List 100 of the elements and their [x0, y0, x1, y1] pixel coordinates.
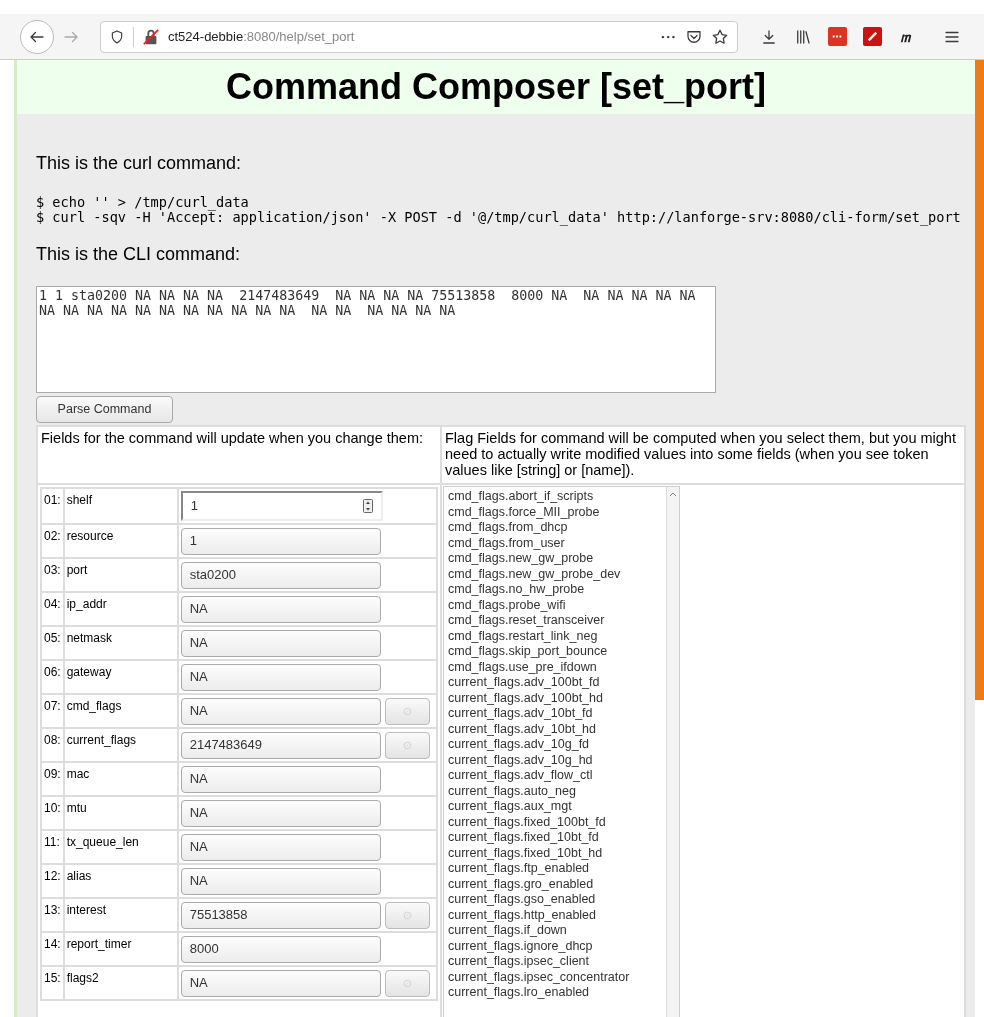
flag-option[interactable]: cmd_flags.from_user — [448, 535, 662, 551]
flag-option[interactable]: current_flags.adv_flow_ctl — [448, 768, 662, 784]
flag-option[interactable]: current_flags.ftp_enabled — [448, 861, 662, 877]
shield-icon[interactable] — [109, 28, 125, 45]
flag-option[interactable]: current_flags.gso_enabled — [448, 892, 662, 908]
field-number: 10: — [41, 796, 64, 830]
flag-option[interactable]: current_flags.if_down — [448, 923, 662, 939]
flag-option[interactable]: current_flags.adv_10bt_hd — [448, 721, 662, 737]
section-heading: This is the curl command: — [36, 152, 243, 175]
flag-option[interactable]: cmd_flags.reset_transceiver — [448, 613, 662, 629]
field-name: gateway — [63, 660, 178, 694]
spinner-icon[interactable] — [362, 499, 373, 513]
flag-option[interactable]: cmd_flags.restart_link_neg — [448, 628, 662, 644]
field-name: alias — [63, 864, 178, 898]
text-input[interactable]: 8000 — [180, 935, 381, 963]
insecure-lock-icon — [142, 27, 160, 46]
field-name: flags2 — [63, 966, 178, 1000]
flag-option[interactable]: current_flags.ignore_dhcp — [448, 938, 662, 954]
flag-option[interactable]: cmd_flags.skip_port_bounce — [448, 644, 662, 660]
text-input[interactable]: NA — [180, 969, 381, 997]
star-icon[interactable] — [711, 27, 729, 46]
field-name: mac — [63, 762, 178, 796]
field-name: port — [63, 558, 178, 592]
field-name: report_timer — [63, 932, 178, 966]
text-input[interactable]: NA — [180, 833, 381, 861]
field-number: 08: — [41, 728, 64, 762]
flag-listbox[interactable] — [443, 486, 680, 1017]
gear-icon — [402, 978, 412, 988]
field-number: 06: — [41, 660, 64, 694]
field-name: netmask — [63, 626, 178, 660]
field-name: resource — [63, 524, 178, 558]
flag-option[interactable]: current_flags.adv_10bt_fd — [448, 706, 662, 722]
flag-option[interactable]: current_flags.aux_mgt — [448, 799, 662, 815]
flag-option[interactable]: cmd_flags.force_MII_probe — [448, 504, 662, 520]
url-text: ct524-debbie:8080/help/set_port — [168, 27, 356, 46]
back-button[interactable] — [20, 19, 54, 54]
text-input[interactable]: NA — [180, 663, 381, 691]
flag-option[interactable]: current_flags.ipsec_concentrator — [448, 969, 662, 985]
field-number: 04: — [41, 592, 64, 626]
address-bar[interactable]: ct524-debbie:8080/help/set_port — [100, 20, 738, 53]
gear-icon — [402, 910, 412, 920]
text-input[interactable]: NA — [180, 867, 381, 895]
flag-option[interactable]: cmd_flags.abort_if_scripts — [448, 489, 662, 505]
gear-icon — [402, 706, 412, 716]
flag-option[interactable]: current_flags.adv_100bt_hd — [448, 690, 662, 706]
field-number: 01: — [41, 488, 64, 524]
library-icon[interactable] — [794, 27, 812, 46]
field-number: 05: — [41, 626, 64, 660]
flag-option[interactable]: current_flags.adv_10g_hd — [448, 752, 662, 768]
gear-icon — [402, 740, 412, 750]
flag-option[interactable]: cmd_flags.new_gw_probe — [448, 551, 662, 567]
text-input[interactable]: NA — [180, 595, 381, 623]
field-name: mtu — [63, 796, 178, 830]
field-name: shelf — [63, 488, 178, 524]
field-number: 03: — [41, 558, 64, 592]
field-name: interest — [63, 898, 178, 932]
flag-option[interactable]: current_flags.adv_10g_fd — [448, 737, 662, 753]
parse-command-button[interactable]: Parse Command — [36, 396, 173, 423]
text-input[interactable]: 1 — [180, 527, 381, 555]
field-number: 11: — [41, 830, 64, 864]
text-input[interactable]: NA — [180, 765, 381, 793]
field-number: 14: — [41, 932, 64, 966]
scroll-up-icon[interactable] — [669, 491, 677, 497]
flag-option[interactable]: current_flags.gro_enabled — [448, 876, 662, 892]
section-heading: This is the CLI command: — [36, 243, 242, 266]
field-number: 09: — [41, 762, 64, 796]
flag-option[interactable]: current_flags.adv_100bt_fd — [448, 675, 662, 691]
column-header: Flag Fields for command will be computed when you select them, but you might need to actually write modified values into some fields (when you see token values like [string] or [name]). — [441, 426, 965, 484]
field-name: ip_addr — [63, 592, 178, 626]
flag-option[interactable]: current_flags.ipsec_client — [448, 954, 662, 970]
flag-option[interactable]: current_flags.fixed_10bt_hd — [448, 845, 662, 861]
flag-option[interactable]: current_flags.fixed_100bt_fd — [448, 814, 662, 830]
text-input[interactable]: NA — [180, 629, 381, 657]
flag-option[interactable]: cmd_flags.from_dhcp — [448, 520, 662, 536]
field-number: 07: — [41, 694, 64, 728]
flag-option[interactable]: current_flags.fixed_10bt_fd — [448, 830, 662, 846]
field-name: cmd_flags — [63, 694, 178, 728]
number-input[interactable]: 1 — [180, 491, 383, 521]
flag-option[interactable]: cmd_flags.use_pre_ifdown — [448, 659, 662, 675]
field-name: tx_queue_len — [63, 830, 178, 864]
page-title: Command Composer [set_port] — [17, 60, 975, 114]
text-input[interactable]: 75513858 — [180, 901, 381, 929]
field-number: 15: — [41, 966, 64, 1000]
text-input[interactable]: 2147483649 — [180, 731, 381, 759]
scrollbar-thumb[interactable] — [975, 60, 984, 700]
field-name: current_flags — [63, 728, 178, 762]
flag-option[interactable]: cmd_flags.new_gw_probe_dev — [448, 566, 662, 582]
scrollbar[interactable] — [666, 487, 679, 1017]
flag-option[interactable]: current_flags.http_enabled — [448, 907, 662, 923]
flag-option[interactable]: current_flags.auto_neg — [448, 783, 662, 799]
cli-textarea[interactable]: 1 1 sta0200 NA NA NA NA 2147483649 NA NA NA NA 75513858 8000 NA NA NA NA NA NA NA NA NA NA NA NA NA NA NA NA NA NA NA NA NA NA NA — [36, 286, 716, 393]
text-input[interactable]: NA — [180, 697, 381, 725]
field-number: 02: — [41, 524, 64, 558]
text-input[interactable]: NA — [180, 799, 381, 827]
field-number: 13: — [41, 898, 64, 932]
text-input[interactable]: sta0200 — [180, 561, 381, 589]
flag-option[interactable]: cmd_flags.no_hw_probe — [448, 582, 662, 598]
column-header: Fields for the command will update when you change them: — [37, 426, 441, 484]
flag-option[interactable]: current_flags.lro_enabled — [448, 985, 662, 1001]
flag-option[interactable]: cmd_flags.probe_wifi — [448, 597, 662, 613]
